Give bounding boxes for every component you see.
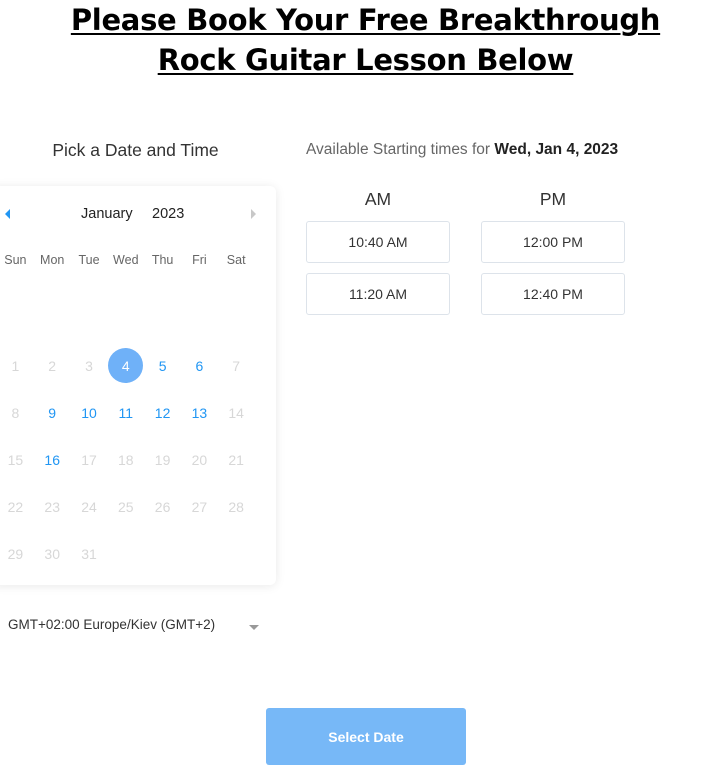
day-cell: 27 (181, 483, 218, 530)
weekday-header: Sun Mon Tue Wed Thu Fri Sat (0, 253, 255, 267)
day-cell-selected[interactable]: 4 (107, 342, 144, 389)
page-headline: Please Book Your Free Breakthrough Rock … (0, 0, 719, 80)
day-cell: 20 (181, 436, 218, 483)
day-number: 21 (228, 451, 244, 468)
day-number: 19 (154, 451, 171, 468)
weekday-label: Sun (4, 253, 27, 267)
day-cell: 15 (0, 436, 34, 483)
day-number: 14 (228, 404, 244, 421)
day-number: 29 (7, 545, 24, 562)
day-cell: 8 (0, 389, 34, 436)
day-number: 13 (191, 404, 208, 421)
day-cell: 7 (218, 342, 255, 389)
headline-line-1: Please Book Your Free Breakthrough (70, 3, 661, 37)
weekday-label: Mon (40, 253, 65, 267)
day-number: 12 (154, 404, 171, 421)
day-number: 16 (44, 451, 60, 468)
day-cell: 23 (34, 483, 71, 530)
time-slot[interactable]: 12:00 PM (481, 221, 625, 263)
day-cell[interactable]: 16 (34, 436, 71, 483)
day-cell: 3 (71, 342, 108, 389)
picker-title: Pick a Date and Time (52, 140, 219, 160)
day-cell: 26 (144, 483, 181, 530)
time-slot[interactable]: 10:40 AM (306, 221, 450, 263)
day-cell[interactable]: 13 (181, 389, 218, 436)
pm-column-header: PM (539, 189, 567, 209)
day-cell: 14 (218, 389, 255, 436)
prev-month-icon[interactable] (5, 209, 10, 219)
day-number: 23 (44, 498, 60, 515)
day-number: 8 (11, 404, 20, 421)
headline-line-2: Rock Guitar Lesson Below (157, 43, 574, 77)
day-number: 11 (118, 404, 134, 421)
day-number: 28 (228, 498, 244, 515)
day-number: 7 (232, 357, 241, 374)
day-number: 31 (81, 545, 97, 562)
day-number: 4 (108, 348, 144, 383)
day-number: 24 (81, 498, 97, 515)
day-number: 9 (48, 404, 57, 421)
day-cell: 18 (107, 436, 144, 483)
day-cell[interactable]: 10 (71, 389, 108, 436)
day-number: 22 (7, 498, 24, 515)
weekday-label: Wed (113, 253, 139, 267)
day-number: 15 (7, 451, 24, 468)
day-cell: 31 (71, 530, 108, 577)
year-label: 2023 (152, 206, 185, 222)
day-number: 1 (11, 357, 20, 374)
day-cell: 30 (34, 530, 71, 577)
day-number: 18 (118, 451, 134, 468)
day-number: 20 (191, 451, 208, 468)
calendar-header: January 2023 (0, 205, 276, 225)
select-date-button[interactable]: Select Date (266, 708, 466, 765)
day-number: 17 (81, 451, 97, 468)
day-cell: 2 (34, 342, 71, 389)
day-cell: 29 (0, 530, 34, 577)
am-column-header: AM (364, 189, 392, 209)
day-grid: 1 2 3 4 5 6 7 8 9 10 11 12 13 14 15 16 17 18 19 20 21 22 23 24 2… (0, 342, 255, 577)
weekday-label: Sat (226, 253, 246, 267)
day-cell: 24 (71, 483, 108, 530)
day-cell: 28 (218, 483, 255, 530)
day-cell: 1 (0, 342, 34, 389)
calendar: January 2023 Sun Mon Tue Wed Thu Fri Sat… (0, 186, 276, 585)
day-cell[interactable]: 12 (144, 389, 181, 436)
day-cell: 17 (71, 436, 108, 483)
day-number: 5 (158, 357, 167, 374)
day-cell[interactable]: 9 (34, 389, 71, 436)
day-cell: 19 (144, 436, 181, 483)
chevron-down-icon (249, 625, 259, 630)
time-slot[interactable]: 12:40 PM (481, 273, 625, 315)
timezone-value: GMT+02:00 Europe/Kiev (GMT+2) (8, 617, 216, 632)
day-cell: 21 (218, 436, 255, 483)
day-number: 3 (85, 357, 93, 374)
day-number: 30 (44, 545, 60, 562)
weekday-label: Tue (78, 253, 100, 267)
day-cell: 22 (0, 483, 34, 530)
day-number: 26 (154, 498, 171, 515)
month-label: January (81, 206, 133, 222)
day-cell: 25 (107, 483, 144, 530)
day-number: 2 (48, 357, 57, 374)
weekday-label: Fri (192, 253, 207, 267)
day-cell[interactable]: 5 (144, 342, 181, 389)
timezone-select[interactable]: GMT+02:00 Europe/Kiev (GMT+2) (8, 617, 268, 637)
next-month-icon[interactable] (251, 209, 256, 219)
selected-date: Wed, Jan 4, 2023 (494, 141, 619, 158)
day-number: 6 (195, 357, 204, 374)
day-cell[interactable]: 11 (107, 389, 144, 436)
day-cell[interactable]: 6 (181, 342, 218, 389)
time-slot[interactable]: 11:20 AM (306, 273, 450, 315)
day-number: 25 (118, 498, 134, 515)
day-number: 10 (81, 404, 97, 421)
available-times-title: Available Starting times for Wed, Jan 4,… (306, 141, 618, 159)
weekday-label: Thu (151, 253, 174, 267)
available-times-prefix: Available Starting times for (306, 141, 495, 158)
day-number: 27 (191, 498, 208, 515)
